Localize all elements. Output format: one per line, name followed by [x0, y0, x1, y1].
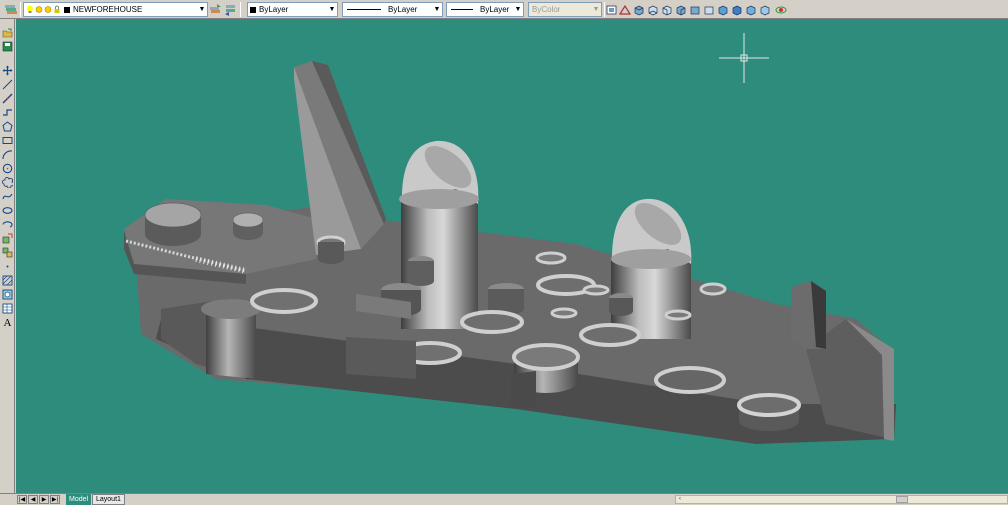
ellipse-icon[interactable] [2, 205, 13, 216]
se-iso-icon[interactable] [731, 2, 743, 17]
first-tab-icon[interactable]: |◀ [17, 495, 27, 504]
ellipse-arc-icon[interactable] [2, 219, 13, 230]
crosshair-cursor [719, 33, 769, 83]
horizontal-scrollbar[interactable]: ‹ [675, 495, 1008, 504]
chevron-down-icon[interactable]: ▼ [327, 3, 337, 16]
layers-properties-toolbar: NEWFOREHOUSE ▼ ByLayer ▼ ByLayer ▼ ByLay… [0, 0, 1008, 19]
layer-dropdown[interactable]: NEWFOREHOUSE ▼ [23, 2, 208, 17]
back-view-icon[interactable] [703, 2, 715, 17]
open-icon[interactable] [2, 28, 13, 39]
region-icon[interactable] [2, 289, 13, 300]
insert-block-icon[interactable] [2, 233, 13, 244]
make-current-icon[interactable] [209, 2, 222, 17]
sw-iso-icon[interactable] [717, 2, 729, 17]
scroll-left-icon[interactable]: ‹ [676, 496, 684, 503]
color-value: ByLayer [259, 5, 289, 14]
linetype-value: ByLayer [388, 5, 418, 14]
linetype-sample [347, 9, 381, 10]
rectangle-icon[interactable] [2, 135, 13, 146]
multiline-text-icon[interactable]: A [2, 317, 13, 329]
ship-3d-model [124, 33, 896, 444]
prev-tab-icon[interactable]: ◀ [28, 495, 38, 504]
lineweight-value: ByLayer [480, 5, 510, 14]
lineweight-sample [451, 9, 473, 10]
linetype-dropdown[interactable]: ByLayer ▼ [342, 2, 443, 17]
color-dropdown[interactable]: ByLayer ▼ [247, 2, 338, 17]
layout-tabs-bar: |◀ ◀ ▶ ▶| Model Layout1 ‹ [0, 493, 1008, 505]
line-icon[interactable] [2, 79, 13, 90]
point-icon[interactable] [2, 261, 13, 272]
front-view-icon[interactable] [689, 2, 701, 17]
next-tab-icon[interactable]: ▶ [39, 495, 49, 504]
sun-icon [35, 6, 43, 13]
chevron-down-icon: ▼ [592, 6, 600, 13]
model-viewport[interactable] [16, 19, 1008, 493]
last-tab-icon[interactable]: ▶| [50, 495, 60, 504]
ne-iso-icon[interactable] [745, 2, 757, 17]
polygon-icon[interactable] [2, 121, 13, 132]
layers-icon[interactable] [4, 2, 18, 17]
lineweight-dropdown[interactable]: ByLayer ▼ [446, 2, 524, 17]
chevron-down-icon[interactable]: ▼ [513, 3, 523, 16]
bottom-view-icon[interactable] [647, 2, 659, 17]
lightbulb-icon [27, 5, 33, 13]
right-view-icon[interactable] [675, 2, 687, 17]
make-block-icon[interactable] [2, 247, 13, 258]
draw-toolbar: A [0, 19, 15, 495]
layer-previous-icon[interactable] [224, 2, 237, 17]
hatch-icon[interactable] [2, 275, 13, 286]
scrollbar-thumb[interactable] [896, 496, 908, 503]
tab-layout1[interactable]: Layout1 [92, 494, 125, 505]
plotstyle-dropdown: ByColor ▼ [528, 2, 602, 17]
construction-line-icon[interactable] [2, 93, 13, 104]
arc-icon[interactable] [2, 149, 13, 160]
spline-icon[interactable] [2, 191, 13, 202]
lock-icon [54, 5, 60, 13]
plotstyle-value: ByColor [532, 5, 561, 14]
autocad-window: NEWFOREHOUSE ▼ ByLayer ▼ ByLayer ▼ ByLay… [0, 0, 1008, 505]
polyline-icon[interactable] [2, 107, 13, 118]
top-view-icon[interactable] [633, 2, 645, 17]
pan-icon[interactable] [2, 65, 13, 76]
3d-orbit-icon[interactable] [775, 2, 787, 17]
sun-icon [44, 6, 52, 13]
named-views-icon[interactable] [606, 2, 618, 17]
save-icon[interactable] [2, 41, 13, 52]
table-icon[interactable] [2, 303, 13, 314]
revision-cloud-icon[interactable] [2, 177, 13, 188]
camera-icon[interactable] [619, 2, 631, 17]
nw-iso-icon[interactable] [759, 2, 771, 17]
chevron-down-icon[interactable]: ▼ [197, 3, 207, 16]
circle-icon[interactable] [2, 163, 13, 174]
tab-model[interactable]: Model [66, 494, 92, 505]
layer-name: NEWFOREHOUSE [73, 5, 143, 14]
left-view-icon[interactable] [661, 2, 673, 17]
chevron-down-icon[interactable]: ▼ [432, 3, 442, 16]
